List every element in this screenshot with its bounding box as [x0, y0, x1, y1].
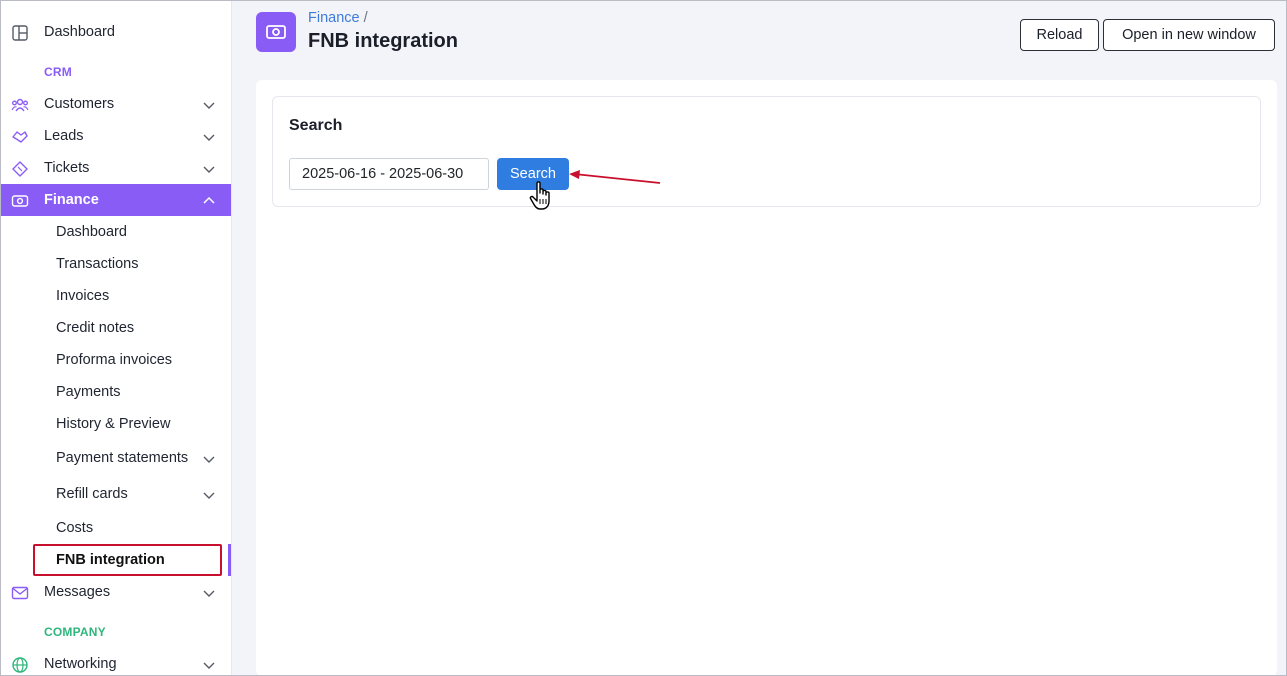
sidebar-subitem-label: Proforma invoices — [56, 352, 173, 368]
reload-button[interactable]: Reload — [1020, 19, 1099, 51]
chevron-down-icon — [203, 102, 215, 109]
sidebar-subitem-payment-statements[interactable]: Payment statements — [0, 442, 231, 474]
sidebar-subitem-refill-cards[interactable]: Refill cards — [0, 478, 231, 510]
section-label-crm: CRM — [44, 65, 72, 79]
page-finance-icon — [256, 12, 296, 52]
search-card — [272, 96, 1261, 207]
page-title: FNB integration — [308, 30, 458, 52]
breadcrumb-link-finance[interactable]: Finance — [308, 10, 360, 26]
sidebar-item-label: Tickets — [44, 160, 90, 176]
sidebar-item-label: Networking — [44, 656, 117, 672]
hand-cursor-icon — [529, 181, 550, 210]
sidebar-item-dashboard[interactable]: Dashboard — [0, 16, 231, 48]
tickets-icon — [11, 160, 29, 178]
sidebar-item-leads[interactable]: Leads — [0, 120, 231, 152]
sidebar-subitem-costs[interactable]: Costs — [0, 512, 231, 544]
sidebar-subitem-label: Refill cards — [56, 486, 128, 502]
chevron-down-icon — [203, 134, 215, 141]
sidebar-item-label: Leads — [44, 128, 84, 144]
chevron-up-icon — [203, 196, 215, 204]
sidebar-item-customers[interactable]: Customers — [0, 88, 231, 120]
sidebar-subitem-label: Credit notes — [56, 320, 135, 336]
sidebar: Dashboard CRM Customers Leads Tickets Fi… — [0, 0, 232, 676]
sidebar-subitem-transactions[interactable]: Transactions — [0, 248, 231, 280]
breadcrumb-separator: / — [363, 10, 368, 26]
chevron-down-icon — [203, 166, 215, 173]
leads-icon — [11, 128, 29, 146]
dashboard-icon — [11, 24, 29, 42]
sidebar-subitem-label: Invoices — [56, 288, 110, 304]
sidebar-subitem-proforma-invoices[interactable]: Proforma invoices — [0, 344, 231, 376]
annotation-arrow-icon — [569, 170, 661, 184]
sidebar-item-label: Finance — [44, 192, 99, 208]
sidebar-subitem-invoices[interactable]: Invoices — [0, 280, 231, 312]
sidebar-item-label: Customers — [44, 96, 115, 112]
sidebar-subitem-history-preview[interactable]: History & Preview — [0, 408, 231, 440]
sidebar-subitem-label: Transactions — [56, 256, 139, 272]
active-indicator-bar — [228, 544, 231, 576]
chevron-down-icon — [203, 590, 215, 597]
sidebar-item-label: Dashboard — [44, 24, 115, 40]
chevron-down-icon — [203, 492, 215, 499]
sidebar-item-networking[interactable]: Networking — [0, 648, 231, 676]
sidebar-subitem-label: Costs — [56, 520, 94, 536]
sidebar-subitem-label: FNB integration — [56, 552, 165, 568]
breadcrumb: Finance / — [308, 10, 368, 26]
sidebar-subitem-payments[interactable]: Payments — [0, 376, 231, 408]
sidebar-item-label: Messages — [44, 584, 111, 600]
search-card-title: Search — [289, 117, 343, 134]
globe-icon — [11, 656, 29, 674]
customers-icon — [11, 96, 29, 114]
sidebar-subitem-label: Dashboard — [56, 224, 127, 240]
finance-icon — [11, 192, 29, 210]
sidebar-subitem-dashboard[interactable]: Dashboard — [0, 216, 231, 248]
sidebar-item-tickets[interactable]: Tickets — [0, 152, 231, 184]
date-range-input[interactable] — [289, 158, 489, 190]
sidebar-subitem-credit-notes[interactable]: Credit notes — [0, 312, 231, 344]
sidebar-item-messages[interactable]: Messages — [0, 576, 231, 608]
chevron-down-icon — [203, 456, 215, 463]
sidebar-item-finance[interactable]: Finance — [0, 184, 231, 216]
mail-icon — [11, 584, 29, 602]
sidebar-subitem-label: Payment statements — [56, 450, 189, 466]
sidebar-subitem-fnb-integration[interactable]: FNB integration — [0, 544, 231, 576]
sidebar-subitem-label: History & Preview — [56, 416, 171, 432]
section-label-company: COMPANY — [44, 625, 106, 639]
chevron-down-icon — [203, 662, 215, 669]
sidebar-subitem-label: Payments — [56, 384, 121, 400]
open-in-new-window-button[interactable]: Open in new window — [1103, 19, 1275, 51]
